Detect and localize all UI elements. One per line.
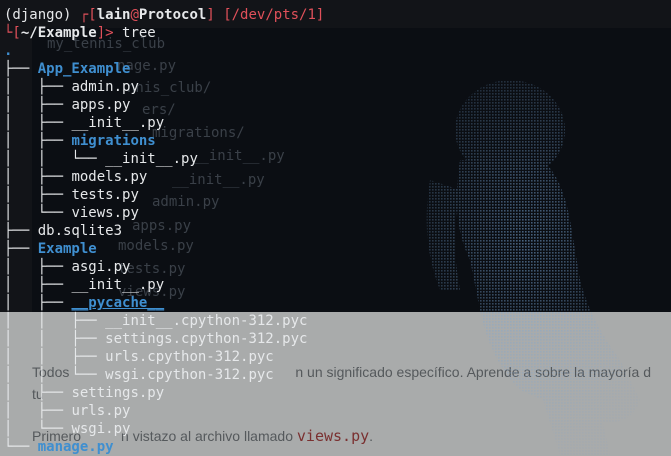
tree-entry-name: admin.py <box>71 79 139 95</box>
tree-file-entry: │ ├── tests.py <box>4 186 139 204</box>
tree-file-entry: │ ├── apps.py <box>4 96 130 114</box>
tree-file-entry: │ │ └── __init__.py <box>4 150 198 168</box>
tree-file-entry: │ ├── admin.py <box>4 78 139 96</box>
tree-file-entry: ├── db.sqlite3 <box>4 222 122 240</box>
tree-branch-glyph: │ ├── <box>4 277 72 293</box>
tree-file-entry: │ ├── asgi.py <box>4 258 130 276</box>
tree-branch-glyph: │ │ ├── <box>4 331 106 347</box>
tree-entry-name: views.py <box>71 205 139 221</box>
tree-entry-name: __init__.py <box>105 151 198 167</box>
tree-entry-name: __init__.py <box>71 115 165 131</box>
tree-file-entry: │ │ ├── urls.cpython-312.pyc <box>4 348 274 366</box>
tree-branch-glyph: │ │ ├── <box>4 313 106 329</box>
tree-directory-entry: ├── Example <box>4 240 97 258</box>
tree-entry-name: apps.py <box>71 97 131 113</box>
prompt-cwd: ~/Example <box>20 25 97 41</box>
tree-branch-glyph: │ ├── <box>4 79 72 95</box>
tree-entry-name: models.py <box>71 169 148 185</box>
terminal-output: (django) ┌[lain@Protocol] [/dev/pts/1] └… <box>0 0 671 456</box>
tree-entry-name: __pycache__ <box>71 295 165 311</box>
tree-branch-glyph: │ ├── <box>4 187 72 203</box>
tree-branch-glyph: │ ├── <box>4 259 72 275</box>
prompt-user: lain <box>96 7 131 23</box>
prompt-host: Protocol <box>138 7 207 23</box>
tree-entry-name: urls.cpython-312.pyc <box>105 349 274 365</box>
tree-branch-glyph: │ ├── <box>4 133 72 149</box>
tree-entry-name: migrations <box>71 133 156 149</box>
tree-branch-glyph: ├── <box>4 61 38 77</box>
tree-branch-glyph: │ └── <box>4 205 72 221</box>
tree-branch-glyph: │ ├── <box>4 169 72 185</box>
tree-branch-glyph: │ │ └── <box>4 151 106 167</box>
tree-file-entry: │ ├── settings.py <box>4 384 164 402</box>
tree-directory-entry: │ ├── migrations <box>4 132 156 150</box>
tree-file-entry: │ ├── models.py <box>4 168 147 186</box>
tree-branch-glyph: │ ├── <box>4 385 72 401</box>
tree-directory-entry: │ ├── __pycache__ <box>4 294 164 312</box>
tree-branch-glyph: ├── <box>4 223 38 239</box>
tree-root: . <box>4 43 13 59</box>
tree-entry-name: App_Example <box>37 61 131 77</box>
tree-branch-glyph: │ │ ├── <box>4 349 106 365</box>
tree-entry-name: settings.cpython-312.pyc <box>105 331 308 347</box>
tree-entry-name: asgi.py <box>71 259 131 275</box>
tree-file-entry: │ └── views.py <box>4 204 139 222</box>
prompt-tty: [/dev/pts/1] <box>223 7 325 23</box>
tree-file-entry: │ └── wsgi.py <box>4 420 130 438</box>
tree-entry-name: tests.py <box>71 187 139 203</box>
tree-entry-name: __init__.py <box>71 277 165 293</box>
tree-entry-name: wsgi.cpython-312.pyc <box>105 367 274 383</box>
prompt-line-1: (django) ┌[lain@Protocol] [/dev/pts/1] <box>4 7 325 23</box>
tree-entry-name: __init__.cpython-312.pyc <box>105 313 308 329</box>
tree-branch-glyph: │ ├── <box>4 403 72 419</box>
tree-branch-glyph: └── <box>4 439 38 455</box>
tree-directory-entry: ├── App_Example <box>4 60 130 78</box>
tree-file-entry: │ ├── __init__.py <box>4 114 164 132</box>
tree-file-entry: │ │ ├── settings.cpython-312.pyc <box>4 330 307 348</box>
tree-branch-glyph: │ ├── <box>4 97 72 113</box>
prompt-line-2[interactable]: └[~/Example]> tree <box>4 24 156 42</box>
tree-file-entry: │ │ ├── __init__.cpython-312.pyc <box>4 312 307 330</box>
tree-entry-name: settings.py <box>71 385 165 401</box>
tree-file-entry: │ │ └── wsgi.cpython-312.pyc <box>4 366 274 384</box>
tree-entry-name: manage.py <box>37 439 114 455</box>
tree-branch-glyph: │ ├── <box>4 295 72 311</box>
tree-entry-name: wsgi.py <box>71 421 131 437</box>
tree-directory-entry: └── manage.py <box>4 438 114 456</box>
virtualenv-label: (django) <box>4 7 72 23</box>
tree-entry-name: urls.py <box>71 403 131 419</box>
tree-branch-glyph: ├── <box>4 241 38 257</box>
tree-file-entry: │ ├── __init__.py <box>4 276 164 294</box>
tree-entry-name: Example <box>37 241 97 257</box>
tree-branch-glyph: │ │ └── <box>4 367 106 383</box>
tree-entry-name: db.sqlite3 <box>37 223 123 239</box>
tree-branch-glyph: │ ├── <box>4 115 72 131</box>
typed-command: tree <box>122 25 156 41</box>
tree-branch-glyph: │ └── <box>4 421 72 437</box>
tree-file-entry: │ ├── urls.py <box>4 402 130 420</box>
